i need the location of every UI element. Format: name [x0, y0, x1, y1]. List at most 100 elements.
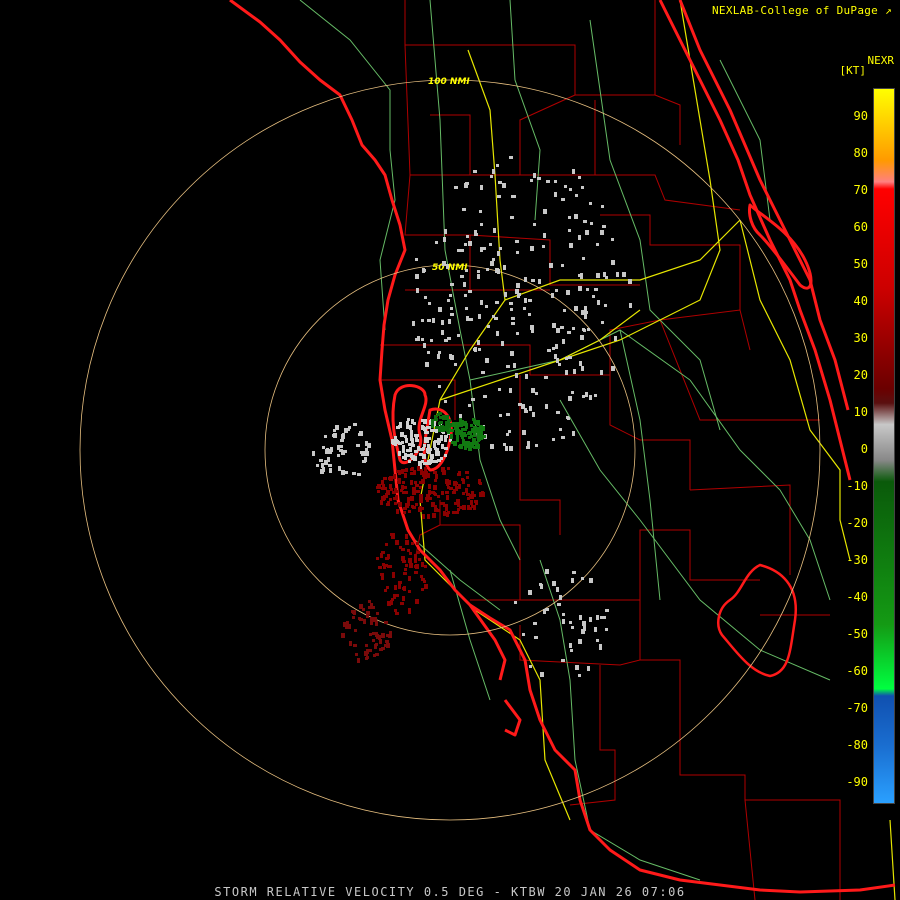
colorbar-tick: -30 — [846, 553, 868, 567]
return-near-zero — [338, 466, 341, 471]
return-near-zero — [600, 230, 604, 235]
return-near-zero — [559, 595, 562, 600]
return-outbound — [402, 596, 405, 601]
return-outbound — [355, 653, 358, 656]
range-ring-100 — [79, 79, 821, 821]
return-outbound — [442, 470, 446, 475]
return-outbound — [343, 622, 347, 627]
return-near-zero — [532, 412, 535, 417]
return-near-zero — [589, 395, 592, 400]
return-near-zero — [449, 294, 452, 297]
return-outbound — [377, 490, 380, 493]
return-near-zero — [411, 441, 414, 444]
return-near-zero — [422, 447, 425, 450]
return-near-zero — [415, 258, 418, 261]
return-outbound — [415, 503, 418, 506]
return-outbound — [398, 502, 402, 507]
return-near-zero — [424, 296, 427, 299]
return-near-zero — [464, 183, 468, 188]
return-outbound — [384, 487, 387, 490]
return-near-zero — [515, 373, 518, 378]
return-near-zero — [578, 674, 581, 677]
return-near-zero — [427, 444, 430, 449]
return-near-zero — [510, 216, 514, 219]
return-outbound — [402, 560, 406, 563]
return-near-zero — [611, 238, 614, 241]
return-near-zero — [492, 169, 495, 174]
return-outbound — [392, 573, 395, 578]
return-near-zero — [546, 180, 550, 183]
return-near-zero — [528, 590, 532, 595]
return-inbound — [462, 439, 465, 442]
return-near-zero — [583, 220, 587, 223]
return-outbound — [382, 496, 385, 499]
return-outbound — [447, 467, 450, 470]
return-outbound — [433, 492, 436, 495]
return-near-zero — [585, 392, 588, 397]
return-outbound — [398, 584, 401, 589]
return-outbound — [473, 494, 476, 497]
return-near-zero — [490, 261, 494, 266]
return-near-zero — [525, 374, 528, 379]
return-outbound — [434, 505, 437, 510]
return-outbound — [401, 469, 404, 474]
return-near-zero — [569, 188, 572, 191]
return-near-zero — [524, 298, 527, 303]
return-outbound — [428, 484, 431, 489]
return-outbound — [402, 491, 405, 494]
return-outbound — [467, 497, 470, 500]
return-outbound — [462, 492, 465, 495]
return-outbound — [384, 644, 387, 647]
return-near-zero — [571, 578, 574, 583]
return-near-zero — [528, 313, 531, 316]
return-outbound — [407, 549, 410, 552]
return-outbound — [403, 507, 407, 510]
return-near-zero — [483, 247, 486, 250]
return-inbound — [442, 427, 445, 432]
return-outbound — [452, 511, 455, 514]
return-near-zero — [572, 169, 575, 174]
credit-text: NEXLAB-College of DuPage — [711, 4, 879, 17]
credit-label[interactable]: NEXLAB-College of DuPage ↗ — [712, 4, 892, 17]
return-near-zero — [468, 290, 472, 293]
return-near-zero — [485, 358, 489, 363]
return-near-zero — [463, 282, 466, 287]
return-outbound — [383, 477, 387, 480]
return-near-zero — [495, 301, 499, 304]
return-outbound — [395, 495, 398, 500]
return-near-zero — [572, 571, 576, 574]
return-near-zero — [510, 308, 513, 311]
return-near-zero — [628, 279, 632, 284]
return-near-zero — [496, 164, 499, 167]
return-near-zero — [535, 444, 538, 447]
return-near-zero — [596, 243, 599, 246]
ring-label-50: 50 NMI — [432, 263, 468, 273]
return-near-zero — [454, 186, 458, 189]
return-near-zero — [514, 601, 517, 604]
return-outbound — [404, 486, 407, 489]
return-near-zero — [575, 665, 579, 670]
return-outbound — [397, 481, 401, 484]
return-outbound — [389, 565, 392, 568]
return-inbound — [451, 429, 454, 432]
return-near-zero — [578, 639, 582, 644]
return-near-zero — [438, 307, 442, 312]
return-near-zero — [506, 365, 510, 368]
return-outbound — [372, 606, 375, 609]
return-near-zero — [605, 628, 608, 631]
return-near-zero — [555, 344, 558, 349]
return-near-zero — [497, 251, 500, 256]
return-outbound — [414, 481, 417, 484]
return-outbound — [396, 470, 400, 473]
return-outbound — [387, 501, 390, 504]
return-outbound — [394, 502, 397, 505]
external-link-icon: ↗ — [885, 4, 892, 17]
return-outbound — [392, 491, 396, 494]
return-near-zero — [432, 318, 435, 323]
return-outbound — [408, 558, 412, 563]
return-outbound — [408, 576, 411, 581]
return-inbound — [473, 442, 476, 445]
return-near-zero — [489, 243, 492, 246]
return-outbound — [411, 505, 414, 508]
return-near-zero — [498, 181, 502, 184]
